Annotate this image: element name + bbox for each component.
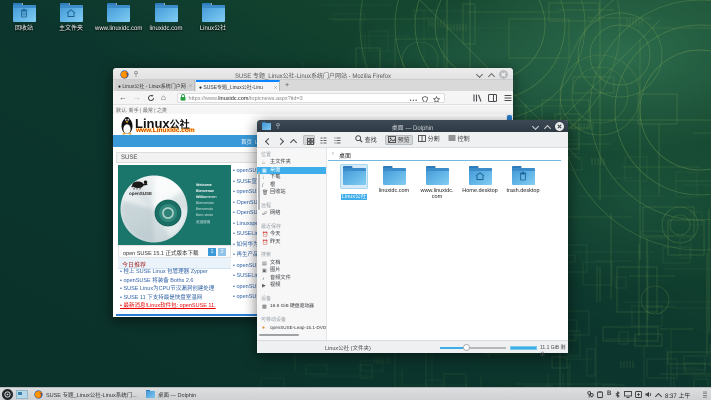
svg-text:openSUSE: openSUSE	[129, 191, 152, 196]
